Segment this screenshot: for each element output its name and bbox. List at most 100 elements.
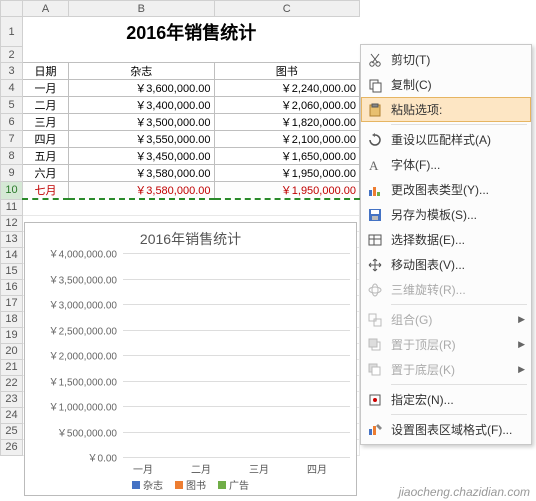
cell-date[interactable]: 四月	[23, 131, 69, 148]
row-header[interactable]: 16	[1, 279, 23, 295]
menu-item-select-data[interactable]: 选择数据(E)...	[361, 227, 531, 252]
chart-legend[interactable]: 杂志图书广告	[25, 477, 356, 492]
menu-label: 重设以匹配样式(A)	[391, 131, 525, 148]
menu-item-bring-front: 置于顶层(R) ▶	[361, 332, 531, 357]
select-all-cell[interactable]	[1, 1, 23, 17]
cell-magazine[interactable]: ￥3,450,000.00	[69, 148, 215, 165]
row-header[interactable]: 8	[1, 148, 23, 165]
cell-book[interactable]: ￥2,240,000.00	[214, 80, 360, 97]
row-header[interactable]: 4	[1, 80, 23, 97]
legend-item[interactable]: 杂志	[132, 477, 163, 492]
cell-book[interactable]: ￥2,060,000.00	[214, 97, 360, 114]
menu-item-chart-type[interactable]: 更改图表类型(Y)...	[361, 177, 531, 202]
cell-date[interactable]: 一月	[23, 80, 69, 97]
chart-plot-area[interactable]: ￥0.00￥500,000.00￥1,000,000.00￥1,500,000.…	[35, 253, 350, 457]
x-tick-label: 一月	[117, 461, 169, 476]
row-header[interactable]: 20	[1, 343, 23, 359]
menu-item-save-template[interactable]: 另存为模板(S)...	[361, 202, 531, 227]
header-cell[interactable]: 图书	[214, 63, 360, 80]
embedded-chart[interactable]: 2016年销售统计 ￥0.00￥500,000.00￥1,000,000.00￥…	[24, 222, 357, 496]
menu-item-format[interactable]: 设置图表区域格式(F)...	[361, 417, 531, 442]
menu-item-reset[interactable]: 重设以匹配样式(A)	[361, 127, 531, 152]
cell-book[interactable]: ￥2,100,000.00	[214, 131, 360, 148]
y-tick-label: ￥1,500,000.00	[49, 373, 117, 388]
menu-item-cut[interactable]: 剪切(T)	[361, 47, 531, 72]
cell-date[interactable]: 七月	[23, 182, 69, 200]
col-header-B[interactable]: B	[69, 1, 215, 17]
menu-label: 三维旋转(R)...	[391, 281, 525, 298]
row-header[interactable]: 19	[1, 327, 23, 343]
menu-item-font[interactable]: A 字体(F)...	[361, 152, 531, 177]
cell[interactable]	[23, 47, 360, 63]
row-header[interactable]: 23	[1, 391, 23, 407]
menu-label: 字体(F)...	[391, 156, 525, 173]
row-header[interactable]: 14	[1, 247, 23, 263]
row-header[interactable]: 1	[1, 17, 23, 47]
submenu-arrow-icon: ▶	[518, 339, 525, 350]
cell-date[interactable]: 二月	[23, 97, 69, 114]
send-back-icon	[365, 362, 385, 378]
select-data-icon	[365, 232, 385, 248]
format-icon	[365, 422, 385, 438]
row-header[interactable]: 12	[1, 215, 23, 231]
menu-separator	[391, 124, 527, 125]
row-header[interactable]: 13	[1, 231, 23, 247]
col-header-C[interactable]: C	[214, 1, 360, 17]
save-template-icon	[365, 207, 385, 223]
row-header[interactable]: 17	[1, 295, 23, 311]
row-header[interactable]: 21	[1, 359, 23, 375]
svg-text:A: A	[369, 158, 379, 173]
y-tick-label: ￥2,500,000.00	[49, 322, 117, 337]
row-header[interactable]: 24	[1, 407, 23, 423]
macro-icon	[365, 392, 385, 408]
cell-book[interactable]: ￥1,950,000.00	[214, 165, 360, 182]
cut-icon	[365, 52, 385, 68]
row-header[interactable]: 6	[1, 114, 23, 131]
row-header[interactable]: 7	[1, 131, 23, 148]
bring-front-icon	[365, 337, 385, 353]
row-header[interactable]: 5	[1, 97, 23, 114]
row-header[interactable]: 3	[1, 63, 23, 80]
group-icon	[365, 312, 385, 328]
sheet-title[interactable]: 2016年销售统计	[23, 17, 360, 47]
cell-date[interactable]: 五月	[23, 148, 69, 165]
font-icon: A	[365, 157, 385, 173]
menu-item-rotate3d: 三维旋转(R)...	[361, 277, 531, 302]
header-cell[interactable]: 杂志	[69, 63, 215, 80]
row-header[interactable]: 18	[1, 311, 23, 327]
cell-magazine[interactable]: ￥3,600,000.00	[69, 80, 215, 97]
row-header[interactable]: 22	[1, 375, 23, 391]
menu-label: 剪切(T)	[391, 51, 525, 68]
y-tick-label: ￥3,500,000.00	[49, 271, 117, 286]
cell-magazine[interactable]: ￥3,400,000.00	[69, 97, 215, 114]
legend-item[interactable]: 图书	[175, 477, 206, 492]
menu-item-paste[interactable]: 粘贴选项:	[361, 97, 531, 122]
row-header[interactable]: 2	[1, 47, 23, 63]
cell-magazine[interactable]: ￥3,580,000.00	[69, 165, 215, 182]
row-header[interactable]: 10	[1, 182, 23, 200]
menu-item-move-chart[interactable]: 移动图表(V)...	[361, 252, 531, 277]
cell-date[interactable]: 三月	[23, 114, 69, 131]
cell-book[interactable]: ￥1,950,000.00	[214, 182, 360, 200]
watermark: jiaocheng.chazidian.com	[399, 485, 530, 499]
menu-label: 组合(G)	[391, 311, 514, 328]
menu-item-copy[interactable]: 复制(C)	[361, 72, 531, 97]
x-tick-label: 三月	[233, 461, 285, 476]
row-header[interactable]: 9	[1, 165, 23, 182]
cell-magazine[interactable]: ￥3,550,000.00	[69, 131, 215, 148]
cell-magazine[interactable]: ￥3,580,000.00	[69, 182, 215, 200]
cell-date[interactable]: 六月	[23, 165, 69, 182]
menu-item-macro[interactable]: 指定宏(N)...	[361, 387, 531, 412]
row-header[interactable]: 15	[1, 263, 23, 279]
cell-magazine[interactable]: ￥3,500,000.00	[69, 114, 215, 131]
row-header[interactable]: 26	[1, 439, 23, 455]
col-header-A[interactable]: A	[23, 1, 69, 17]
cell-book[interactable]: ￥1,820,000.00	[214, 114, 360, 131]
cell-book[interactable]: ￥1,650,000.00	[214, 148, 360, 165]
header-cell[interactable]: 日期	[23, 63, 69, 80]
menu-label: 设置图表区域格式(F)...	[391, 421, 525, 438]
legend-item[interactable]: 广告	[218, 477, 249, 492]
row-header[interactable]: 11	[1, 199, 23, 215]
row-header[interactable]: 25	[1, 423, 23, 439]
paste-icon	[365, 102, 385, 118]
